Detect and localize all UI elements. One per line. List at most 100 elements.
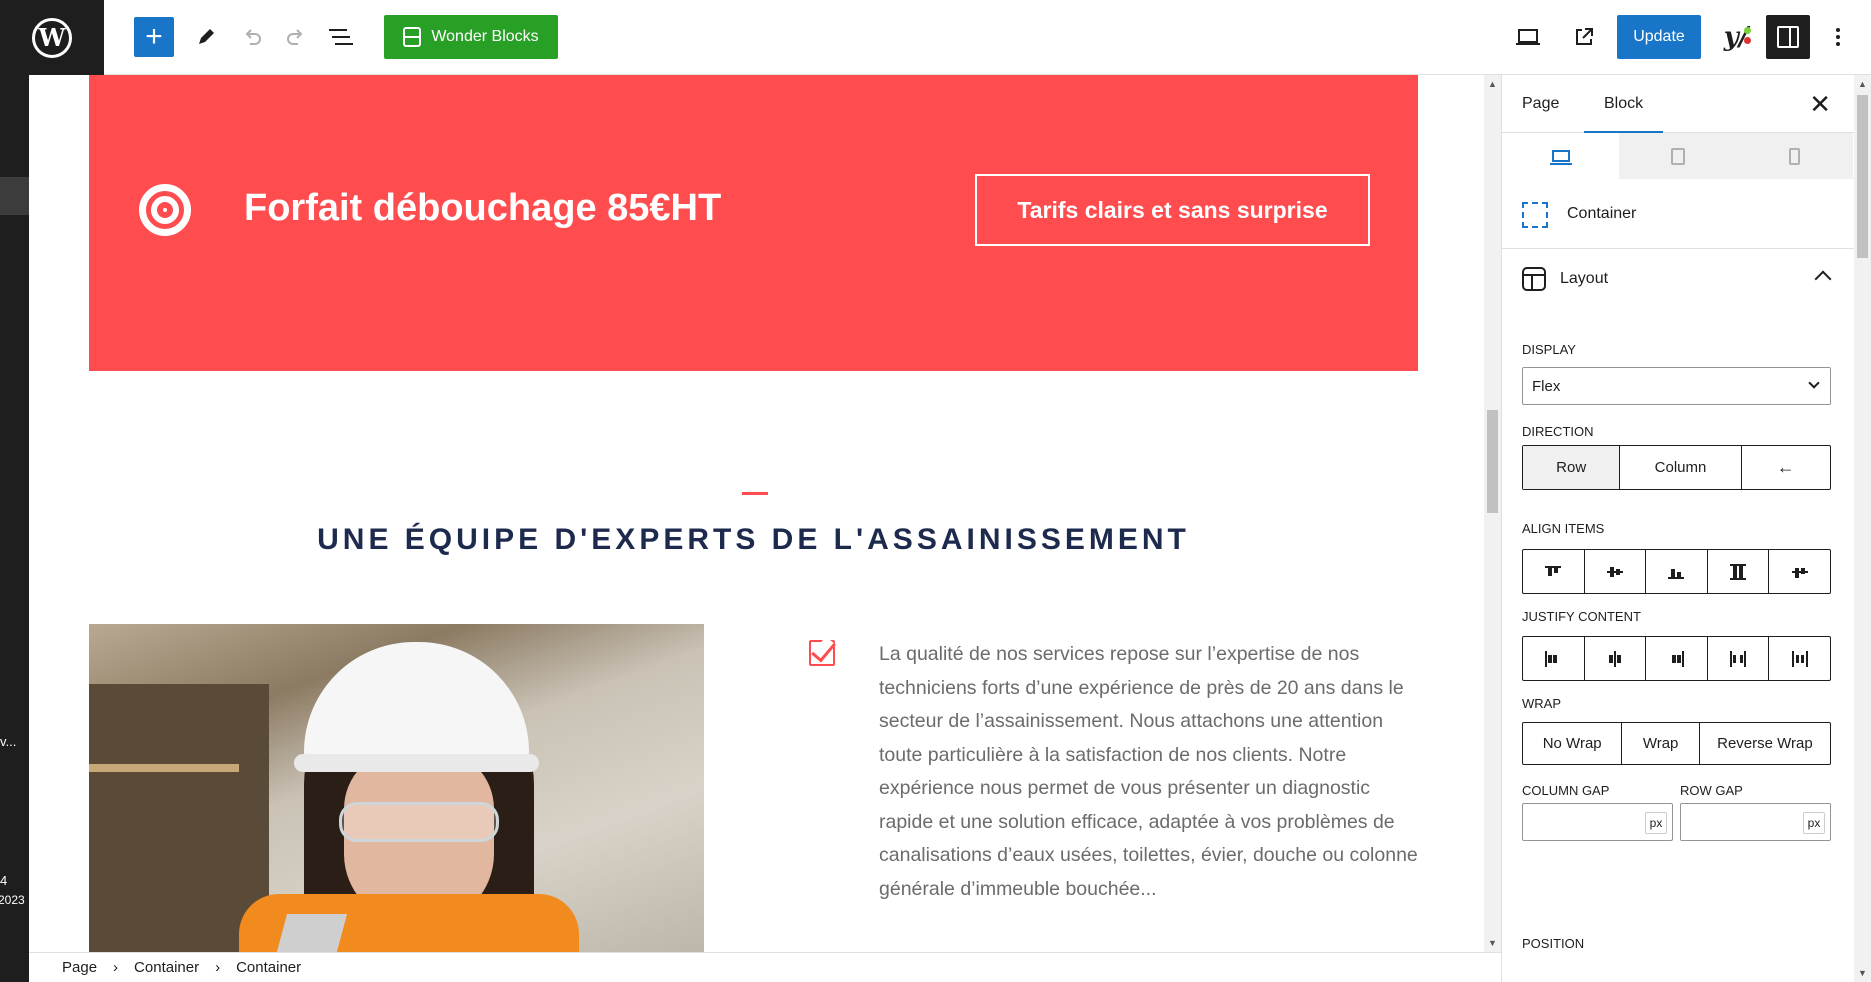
promo-banner[interactable]: Forfait débouchage 85€HT Tarifs clairs e… bbox=[89, 75, 1418, 371]
block-breadcrumb: Page › Container › Container bbox=[29, 952, 1501, 982]
wrap-button[interactable]: Wrap bbox=[1622, 723, 1700, 764]
justify-space-between-button[interactable] bbox=[1708, 637, 1770, 680]
column-gap-input[interactable]: px bbox=[1522, 803, 1673, 841]
pencil-icon bbox=[199, 29, 214, 44]
display-value: Flex bbox=[1532, 377, 1561, 395]
scroll-up-arrow[interactable]: ▲ bbox=[1858, 79, 1867, 89]
justify-content-group bbox=[1522, 636, 1831, 681]
taskbar-text: 4 bbox=[0, 873, 8, 888]
yoast-seo-button[interactable]: y/ bbox=[1716, 17, 1756, 57]
settings-sidebar-toggle[interactable] bbox=[1766, 15, 1810, 59]
tablet-icon bbox=[1670, 147, 1685, 165]
column-gap-label: COLUMN GAP bbox=[1522, 783, 1610, 798]
wrap-group: No Wrap Wrap Reverse Wrap bbox=[1522, 722, 1831, 765]
justify-center-icon bbox=[1607, 650, 1623, 667]
update-button[interactable]: Update bbox=[1617, 15, 1701, 59]
justify-start-button[interactable] bbox=[1523, 637, 1585, 680]
wordpress-icon: W bbox=[32, 17, 72, 58]
worker-photo[interactable] bbox=[89, 624, 704, 952]
target-icon bbox=[139, 184, 191, 236]
yoast-status-dot bbox=[1744, 27, 1751, 34]
align-items-group bbox=[1522, 549, 1831, 594]
settings-panel: Page Block ✕ Container Layout DISPLAY Fl… bbox=[1501, 75, 1854, 982]
position-label: POSITION bbox=[1522, 936, 1585, 951]
align-center-icon bbox=[1606, 564, 1623, 580]
panel-tabs: Page Block ✕ bbox=[1502, 75, 1854, 134]
no-wrap-button[interactable]: No Wrap bbox=[1523, 723, 1623, 764]
view-page-button[interactable] bbox=[1564, 17, 1604, 57]
breadcrumb-item[interactable]: Page bbox=[62, 959, 97, 976]
laptop-icon bbox=[1516, 29, 1540, 45]
editor-canvas[interactable]: Forfait débouchage 85€HT Tarifs clairs e… bbox=[29, 75, 1484, 952]
undo-icon bbox=[245, 29, 261, 45]
direction-label: DIRECTION bbox=[1522, 424, 1594, 439]
display-label: DISPLAY bbox=[1522, 342, 1576, 357]
unit-selector[interactable]: px bbox=[1645, 812, 1667, 834]
wordpress-logo-button[interactable]: W bbox=[0, 0, 104, 75]
banner-cta-button[interactable]: Tarifs clairs et sans surprise bbox=[975, 174, 1370, 246]
sidebar-icon bbox=[1777, 26, 1799, 48]
justify-start-icon bbox=[1545, 650, 1561, 667]
tab-page[interactable]: Page bbox=[1522, 75, 1559, 133]
device-tab-desktop[interactable] bbox=[1502, 133, 1619, 179]
device-tab-tablet[interactable] bbox=[1619, 133, 1736, 179]
direction-row-button[interactable]: Row bbox=[1523, 446, 1621, 489]
redo-icon bbox=[287, 29, 303, 45]
justify-end-button[interactable] bbox=[1646, 637, 1708, 680]
align-stretch-button[interactable] bbox=[1708, 550, 1770, 593]
direction-group: Row Column ← bbox=[1522, 445, 1831, 490]
wonder-blocks-label: Wonder Blocks bbox=[431, 28, 539, 45]
options-menu-button[interactable] bbox=[1818, 17, 1858, 57]
container-icon bbox=[1522, 202, 1548, 228]
more-vertical-icon bbox=[1836, 28, 1840, 46]
unit-selector[interactable]: px bbox=[1803, 812, 1825, 834]
redo-button[interactable] bbox=[276, 17, 316, 57]
taskbar-highlight bbox=[0, 177, 29, 215]
align-center-button[interactable] bbox=[1585, 550, 1647, 593]
device-tab-mobile[interactable] bbox=[1736, 133, 1853, 179]
align-end-icon bbox=[1668, 564, 1685, 580]
canvas-scrollbar[interactable]: ▲ ▼ bbox=[1484, 75, 1501, 952]
justify-space-around-button[interactable] bbox=[1769, 637, 1830, 680]
align-baseline-button[interactable] bbox=[1769, 550, 1830, 593]
preview-device-button[interactable] bbox=[1508, 17, 1548, 57]
breadcrumb-item[interactable]: Container bbox=[134, 959, 199, 976]
tab-block[interactable]: Block bbox=[1583, 75, 1664, 134]
document-overview-button[interactable] bbox=[321, 17, 361, 57]
section-heading[interactable]: UNE ÉQUIPE D'EXPERTS DE L'ASSAINISSEMENT bbox=[89, 523, 1418, 557]
scrollbar-thumb[interactable] bbox=[1487, 410, 1498, 513]
scroll-down-arrow[interactable]: ▼ bbox=[1488, 938, 1497, 948]
list-view-icon bbox=[329, 29, 353, 45]
block-name: Container bbox=[1567, 205, 1637, 222]
scroll-down-arrow[interactable]: ▼ bbox=[1858, 968, 1867, 978]
wonder-blocks-button[interactable]: Wonder Blocks bbox=[384, 15, 558, 59]
align-start-button[interactable] bbox=[1523, 550, 1585, 593]
chevron-right-icon: › bbox=[215, 959, 221, 976]
justify-center-button[interactable] bbox=[1585, 637, 1647, 680]
breadcrumb-item[interactable]: Container bbox=[236, 959, 301, 976]
scrollbar-thumb[interactable] bbox=[1857, 95, 1868, 258]
display-select[interactable]: Flex bbox=[1522, 367, 1831, 405]
close-icon[interactable]: ✕ bbox=[1809, 89, 1831, 120]
section-paragraph[interactable]: La qualité de nos services repose sur l’… bbox=[879, 638, 1419, 906]
row-gap-input[interactable]: px bbox=[1680, 803, 1831, 841]
chevron-up-icon[interactable] bbox=[1814, 270, 1832, 288]
layout-icon bbox=[1522, 267, 1546, 291]
direction-column-button[interactable]: Column bbox=[1620, 446, 1742, 489]
banner-title[interactable]: Forfait débouchage 85€HT bbox=[244, 187, 721, 230]
panel-scrollbar[interactable]: ▲ ▼ bbox=[1854, 75, 1871, 982]
justify-space-between-icon bbox=[1730, 650, 1747, 667]
direction-reverse-button[interactable]: ← bbox=[1742, 446, 1830, 489]
reverse-wrap-button[interactable]: Reverse Wrap bbox=[1700, 723, 1830, 764]
align-end-button[interactable] bbox=[1646, 550, 1708, 593]
taskbar-text: v... bbox=[0, 734, 17, 749]
wrap-label: WRAP bbox=[1522, 696, 1561, 711]
edit-tools-button[interactable] bbox=[186, 17, 226, 57]
row-gap-label: ROW GAP bbox=[1680, 783, 1743, 798]
undo-button[interactable] bbox=[232, 17, 272, 57]
align-stretch-icon bbox=[1730, 563, 1747, 580]
yoast-status-dot bbox=[1744, 37, 1751, 44]
add-block-button[interactable]: + bbox=[134, 17, 174, 57]
layout-panel-header[interactable]: Layout bbox=[1502, 249, 1854, 311]
scroll-up-arrow[interactable]: ▲ bbox=[1488, 79, 1497, 89]
